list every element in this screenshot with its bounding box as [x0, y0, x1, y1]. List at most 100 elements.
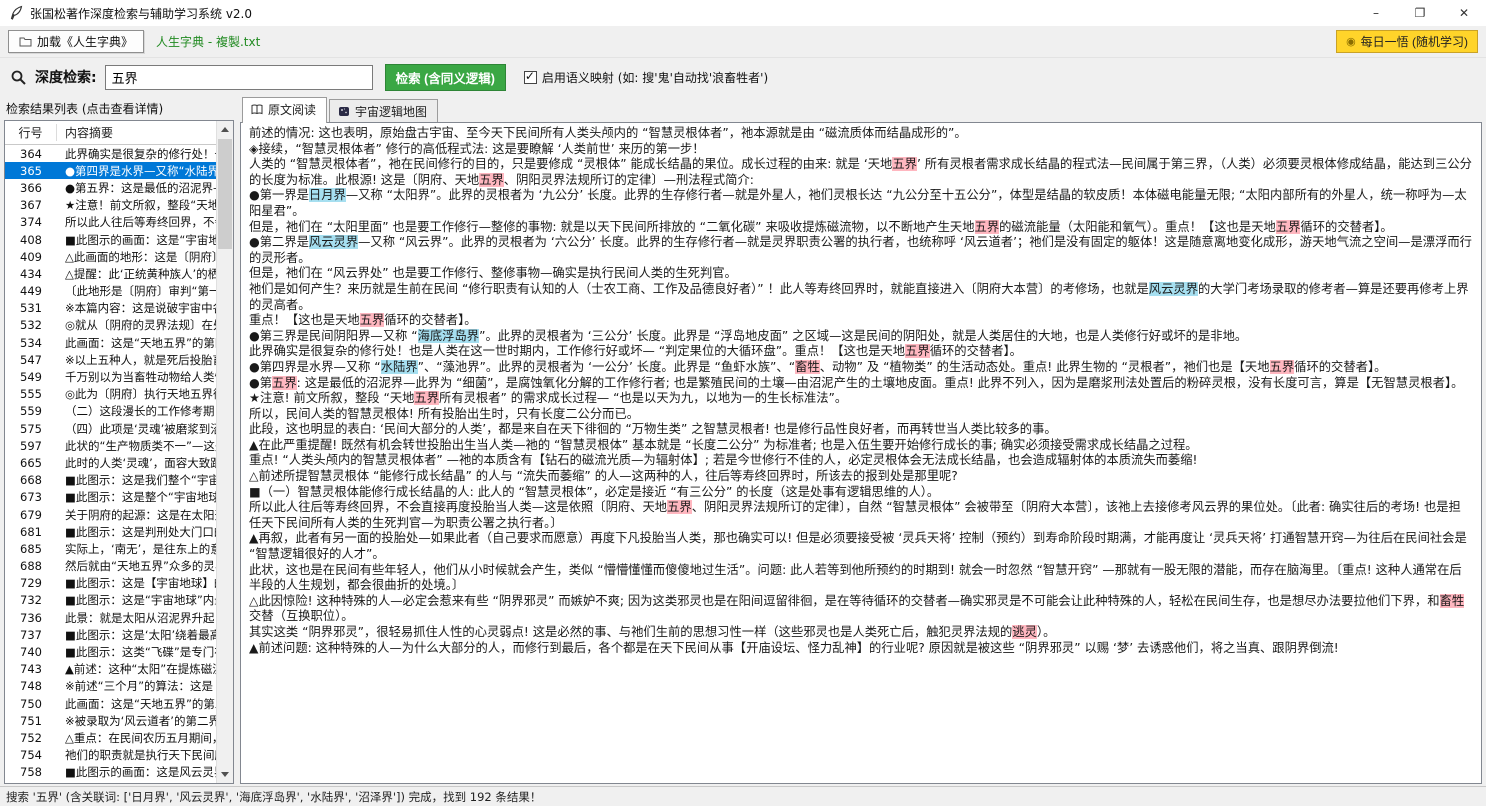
table-row[interactable]: 555◎此为〔阴府〕执行天地五界循环机制 — [5, 386, 216, 403]
table-row[interactable]: 374所以此人往后等寿终回界，不会直接再 — [5, 214, 216, 231]
table-row[interactable]: 751※被录取为‘风云道者’的第二界灵界工作 — [5, 712, 216, 729]
title-bar: 张国松著作深度检索与辅助学习系统 v2.0 – ❐ ✕ — [0, 0, 1486, 26]
table-row[interactable]: 754祂们的职责就是执行天下民间所有人类 — [5, 747, 216, 764]
search-icon — [10, 69, 27, 86]
table-row[interactable]: 532◎就从〔阴府的灵界法规〕在处分“人类 — [5, 317, 216, 334]
search-input[interactable] — [105, 65, 373, 90]
table-row[interactable]: 534此画面：这是“天地五界”的第四界【水 — [5, 334, 216, 351]
reader-paragraph: △此因惊险! 这种特殊的人—必定会惹来有些 “阴界邪灵” 而嫉妒不爽; 因为这类… — [249, 594, 1473, 625]
scroll-up-icon[interactable] — [217, 121, 233, 138]
results-scrollbar[interactable] — [216, 121, 233, 783]
table-row[interactable]: 732■此图示：这是“宇宙地球”内最高的浮平 — [5, 592, 216, 609]
results-rows: 364此界确实是很复杂的修行处！也是人类365●第四界是水界—又称“水陆界”、“… — [5, 145, 216, 783]
semantic-mapping-toggle[interactable]: 启用语义映射 (如: 搜'鬼'自动找'浪畜牲者') — [524, 69, 768, 86]
row-line-number: 531 — [5, 301, 57, 315]
reader-content[interactable]: 前述的情况: 这也表明，原始盘古宇宙、至今天下民间所有人类头颅内的 “智慧灵根体… — [240, 122, 1482, 784]
table-row[interactable]: 729■此图示：这是【宇宙地球】的内外构造 — [5, 575, 216, 592]
scroll-down-icon[interactable] — [217, 766, 233, 783]
table-row[interactable]: 685实际上，‘南无’，是往东上的意思，就是 — [5, 540, 216, 557]
minimize-button[interactable]: – — [1354, 0, 1398, 26]
row-line-number: 364 — [5, 147, 57, 161]
row-summary: ●第五界：这是最低的沼泥界—此界为 — [57, 180, 216, 196]
table-row[interactable]: 531※本篇内容：这是说破宇宙中各类动物 — [5, 300, 216, 317]
row-summary: ■此图示：这是“宇宙地球”内最高的浮平 — [57, 592, 216, 608]
table-row[interactable]: 743▲前述：这种“太阳”在提炼磁流、燃烧 — [5, 661, 216, 678]
results-header: 行号 内容摘要 — [5, 121, 216, 145]
table-row[interactable]: 449〔此地形是〔阴府〕审判“第一界的太阳 — [5, 283, 216, 300]
table-row[interactable]: 597此状的“生产物质类不一”—这是地形变 — [5, 437, 216, 454]
results-panel-title: 检索结果列表 (点击查看详情) — [4, 98, 234, 120]
row-summary: 此画面：这是“天地五界”的第四界【水 — [57, 335, 216, 351]
maximize-button[interactable]: ❐ — [1398, 0, 1442, 26]
reader-paragraph: ●第三界是民间阴阳界—又称 “海底浮岛界”。此界的灵根者为 ‘三公分’ 长度。此… — [249, 329, 1473, 345]
row-summary: ◎此为〔阴府〕执行天地五界循环机制 — [57, 386, 216, 402]
row-line-number: 668 — [5, 473, 57, 487]
reader-paragraph: ●第二界是风云灵界—又称 “风云界”。此界的灵根者为 ‘六公分’ 长度。此界的生… — [249, 235, 1473, 266]
row-summary: ■此图示：这类“飞碟”是专门在日月界 — [57, 644, 216, 660]
table-row[interactable]: 665此时的人类‘灵魂’，面容大致跟生前一样 — [5, 454, 216, 471]
table-row[interactable]: 409△此画面的地形：这是〔阴府〕早已规划 — [5, 248, 216, 265]
table-row[interactable]: 752△重点：在民间农历五月期间，“风云灵 — [5, 729, 216, 746]
table-row[interactable]: 547※以上五种人，就是死后投胎畜牲动物 — [5, 351, 216, 368]
daily-insight-label: 每日一悟 (随机学习) — [1361, 33, 1468, 50]
scrollbar-thumb[interactable] — [218, 139, 232, 249]
table-row[interactable]: 365●第四界是水界—又称“水陆界”、“藻池 — [5, 162, 216, 179]
row-line-number: 532 — [5, 318, 57, 332]
highlighted-term: 风云灵界 — [1149, 282, 1198, 296]
search-button[interactable]: 检索 (含同义逻辑) — [385, 64, 506, 91]
column-header-summary: 内容摘要 — [57, 124, 113, 141]
table-row[interactable]: 364此界确实是很复杂的修行处！也是人类 — [5, 145, 216, 162]
reader-tabs: 原文阅读 宇宙逻辑地图 — [240, 98, 1482, 122]
tab-cosmic-logic-map-label: 宇宙逻辑地图 — [355, 103, 427, 120]
reader-paragraph: 此状，这也是在民间有些年轻人，他们从小时候就会产生，类似 “懵懵懂懂而傻傻地过生… — [249, 563, 1473, 594]
load-dictionary-label: 加载《人生字典》 — [37, 33, 133, 50]
row-line-number: 366 — [5, 181, 57, 195]
load-dictionary-button[interactable]: 加载《人生字典》 — [8, 30, 144, 53]
row-summary: 关于阴府的起源：这是在太阳开天成为 — [57, 507, 216, 523]
table-row[interactable]: 366●第五界：这是最低的沼泥界—此界为 — [5, 179, 216, 196]
row-line-number: 597 — [5, 439, 57, 453]
tab-original-text[interactable]: 原文阅读 — [242, 97, 327, 123]
highlighted-term: 五界 — [905, 344, 930, 358]
table-row[interactable]: 408■此图示的画面：这是“宇宙地球”内部的 — [5, 231, 216, 248]
checkbox-checked-icon[interactable] — [524, 71, 537, 84]
table-row[interactable]: 688然后就由“天地五界”众多的灵界工作执 — [5, 558, 216, 575]
main-area: 检索结果列表 (点击查看详情) 行号 内容摘要 364此界确实是很复杂的修行处！… — [0, 96, 1486, 786]
table-row[interactable]: 750此画面：这是“天地五界”的第二界【风 — [5, 695, 216, 712]
reader-paragraph: 重点！【这也是天地五界循环的交替者】。 — [249, 313, 1473, 329]
loaded-file-label: 人生字典 - 複製.txt — [156, 33, 260, 50]
row-summary: 千万别以为当畜牲动物给人类饲养、或 — [57, 369, 216, 385]
close-button[interactable]: ✕ — [1442, 0, 1486, 26]
tab-cosmic-logic-map[interactable]: 宇宙逻辑地图 — [329, 99, 438, 123]
table-row[interactable]: 758■此图示的画面：这是风云灵界上的“八 — [5, 764, 216, 781]
highlighted-term: 海底浮岛界 — [418, 329, 480, 343]
table-row[interactable]: 673■此图示：这是整个“宇宙地球”内的其中 — [5, 489, 216, 506]
table-row[interactable]: 760※至于“黑云”所遮蔽的区域，若恰值“太 — [5, 781, 216, 783]
highlighted-term: 五界 — [360, 313, 385, 327]
row-line-number: 665 — [5, 456, 57, 470]
row-summary: △提醒：此‘正统黄种族人’的栖身地，是 — [57, 266, 216, 282]
row-summary: ■此图示：这是【宇宙地球】的内外构造 — [57, 575, 216, 591]
table-row[interactable]: 367★注意！前文所叙，整段“天地五界所有 — [5, 197, 216, 214]
row-line-number: 729 — [5, 576, 57, 590]
highlighted-term: 风云灵界 — [309, 235, 358, 249]
table-row[interactable]: 740■此图示：这类“飞碟”是专门在日月界 — [5, 643, 216, 660]
table-row[interactable]: 559（二）这段漫长的工作修考期，至少要 — [5, 403, 216, 420]
daily-insight-button[interactable]: ◉ 每日一悟 (随机学习) — [1336, 30, 1478, 53]
table-row[interactable]: 575（四）此项是‘灵魂’被磨浆到沼泥界（ — [5, 420, 216, 437]
window-controls: – ❐ ✕ — [1354, 0, 1486, 26]
table-row[interactable]: 434△提醒：此‘正统黄种族人’的栖身地，是 — [5, 265, 216, 282]
row-summary: 祂们的职责就是执行天下民间所有人类 — [57, 747, 216, 763]
row-summary: 所以此人往后等寿终回界，不会直接再 — [57, 214, 216, 230]
table-row[interactable]: 737■此图示：这是‘太阳’绕着最高境界的浮 — [5, 626, 216, 643]
row-summary: ★注意！前文所叙，整段“天地五界所有 — [57, 197, 216, 213]
row-line-number: 752 — [5, 731, 57, 745]
row-line-number: 751 — [5, 714, 57, 728]
table-row[interactable]: 668■此图示：这是我们整个“宇宙地球”内的 — [5, 472, 216, 489]
table-row[interactable]: 549千万别以为当畜牲动物给人类饲养、或 — [5, 368, 216, 385]
table-row[interactable]: 736此景：就是太阳从沼泥界升起，由【东 — [5, 609, 216, 626]
table-row[interactable]: 748※前述“三个月”的算法：这是【宇宙地球 — [5, 678, 216, 695]
column-header-line: 行号 — [5, 124, 57, 141]
table-row[interactable]: 681■此图示：这是判刑处大门口的类似案 — [5, 523, 216, 540]
table-row[interactable]: 679关于阴府的起源：这是在太阳开天成为 — [5, 506, 216, 523]
